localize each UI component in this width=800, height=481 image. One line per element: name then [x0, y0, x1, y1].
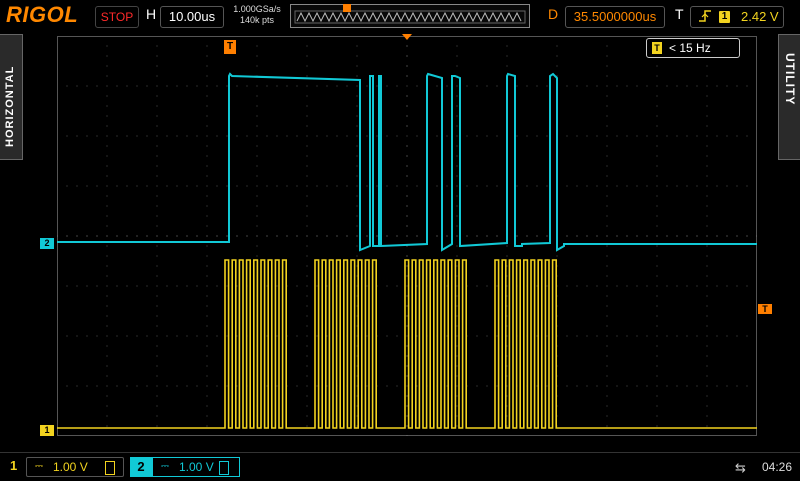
clock: 04:26: [762, 460, 793, 474]
ch1-label[interactable]: 1: [10, 458, 17, 473]
memory-overview-bar[interactable]: [290, 4, 530, 28]
bandwidth-limit-icon: [105, 461, 115, 475]
acquisition-info: 1.000GSa/s 140k pts: [228, 4, 286, 26]
channel-status-bar: 1 ⎓ 1.00 V 2 ⎓ 1.00 V ⇆ 04:26: [0, 452, 800, 481]
trigger-settings[interactable]: 1 2.42 V: [690, 6, 784, 28]
ch1-scale: 1.00 V: [53, 460, 88, 474]
top-status-bar: RIGOL STOP H 10.00us 1.000GSa/s 140k pts…: [0, 0, 800, 32]
ch2-scale: 1.00 V: [179, 460, 214, 474]
bandwidth-limit-icon: [219, 461, 229, 475]
trigger-label: T: [675, 6, 684, 22]
counter-source-badge: T: [652, 42, 662, 54]
center-position-marker: [402, 34, 412, 40]
ch1-trace: [57, 259, 757, 429]
dc-coupling-icon: ⎓: [35, 461, 43, 472]
timebase-value[interactable]: 10.00us: [160, 6, 224, 28]
ch1-offset-marker[interactable]: 1: [40, 425, 54, 436]
sample-rate: 1.000GSa/s: [233, 4, 281, 14]
delay-label: D: [548, 6, 559, 22]
horizontal-tab-label: HORIZONTAL: [4, 65, 16, 147]
memory-overview-waveform: [294, 10, 526, 24]
memory-depth: 140k pts: [239, 15, 275, 25]
frequency-counter[interactable]: T < 15 Hz: [646, 38, 740, 58]
run-stop-status[interactable]: STOP: [95, 6, 139, 28]
dc-coupling-icon: ⎓: [161, 461, 169, 472]
utility-side-tab[interactable]: UTILITY: [778, 34, 800, 160]
trigger-time-marker[interactable]: T: [224, 40, 236, 54]
delay-value[interactable]: 35.5000000us: [565, 6, 665, 28]
ch2-label[interactable]: 2: [130, 457, 152, 477]
waveform-display[interactable]: [57, 36, 757, 436]
utility-tab-label: UTILITY: [783, 53, 797, 106]
ch1-settings[interactable]: ⎓ 1.00 V: [26, 457, 124, 477]
trigger-level-marker[interactable]: T: [758, 304, 772, 314]
ch2-offset-marker[interactable]: 2: [40, 238, 54, 249]
usb-icon: ⇆: [735, 460, 746, 475]
horizontal-label: H: [146, 6, 157, 22]
rising-edge-icon: [697, 7, 713, 31]
counter-value: < 15 Hz: [669, 41, 711, 55]
memory-trigger-marker: [343, 4, 351, 12]
ch2-trace: [57, 72, 757, 252]
horizontal-side-tab[interactable]: HORIZONTAL: [0, 34, 23, 160]
trigger-level: 2.42 V: [741, 9, 779, 24]
ch2-settings[interactable]: ⎓ 1.00 V: [152, 457, 240, 477]
waveform-traces: [57, 72, 757, 429]
brand-logo: RIGOL: [6, 2, 79, 27]
trigger-source-badge: 1: [719, 11, 730, 23]
